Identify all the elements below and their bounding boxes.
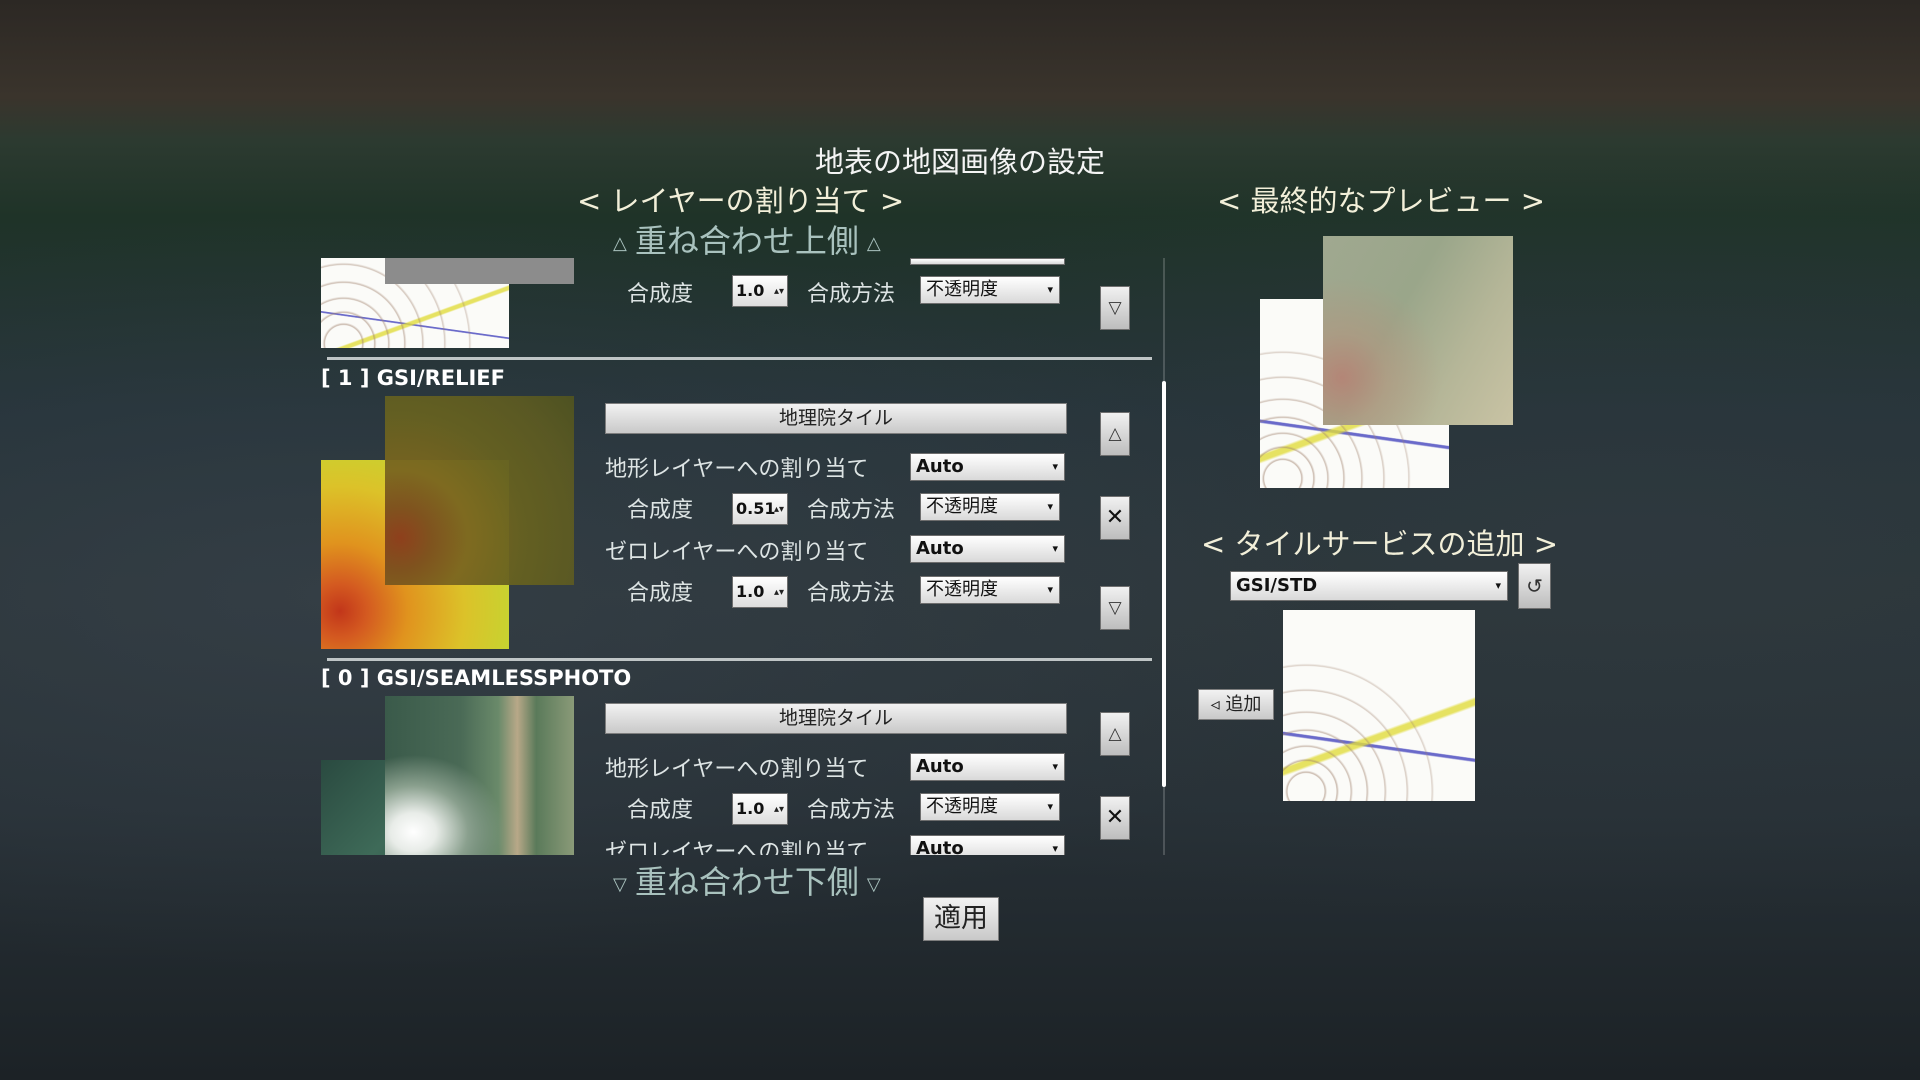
layer-0-blend-value: 不透明度 bbox=[926, 796, 998, 817]
layer-2-zero-select-partial[interactable] bbox=[910, 258, 1065, 265]
triangle-up-icon: △ bbox=[866, 232, 881, 254]
layer-0-blend-label: 合成方法 bbox=[807, 798, 896, 823]
dialog-title: 地表の地図画像の設定 bbox=[814, 145, 1105, 179]
layer-0-zero-select[interactable]: Auto ▾ bbox=[910, 835, 1065, 855]
layer-1-terrain-label: 地形レイヤーへの割り当て bbox=[605, 457, 869, 482]
spin-arrows-icon: ▴▾ bbox=[773, 587, 784, 598]
layer-0-thumbnail-overlay bbox=[385, 696, 574, 855]
layer-1-terrain-value: Auto bbox=[916, 456, 964, 477]
layer-0-move-up-button[interactable]: △ bbox=[1100, 712, 1130, 756]
chevron-down-icon: ▾ bbox=[1047, 583, 1053, 596]
layer-1-zero-blend-select[interactable]: 不透明度 ▾ bbox=[920, 576, 1060, 604]
layer-1-move-up-button[interactable]: △ bbox=[1100, 412, 1130, 456]
layer-1-zero-select[interactable]: Auto ▾ bbox=[910, 535, 1065, 563]
layer-1-zero-opacity-label: 合成度 bbox=[627, 581, 694, 606]
chevron-down-icon: ▾ bbox=[1052, 542, 1058, 555]
layer-2-thumbnail-overlay bbox=[385, 258, 574, 284]
layer-1-zero-blend-value: 不透明度 bbox=[926, 579, 998, 600]
chevron-down-icon: ▾ bbox=[1047, 500, 1053, 513]
layer-0-source-button[interactable]: 地理院タイル bbox=[605, 703, 1067, 734]
triangle-down-icon: ▽ bbox=[866, 873, 881, 895]
layer-1-blend-select[interactable]: 不透明度 ▾ bbox=[920, 493, 1060, 521]
reload-icon[interactable]: ↺ bbox=[1518, 563, 1551, 609]
spin-arrows-icon: ▴▾ bbox=[773, 804, 784, 815]
layer-1-zero-opacity-spinner[interactable]: 1.0 ▴▾ bbox=[732, 576, 788, 608]
tile-service-value: GSI/STD bbox=[1236, 575, 1318, 596]
tile-service-select[interactable]: GSI/STD ▾ bbox=[1230, 571, 1508, 601]
layer-1-zero-blend-label: 合成方法 bbox=[807, 581, 896, 606]
layer-2-blend-select[interactable]: 不透明度 ▾ bbox=[920, 276, 1060, 304]
top-hint-label: 重ね合わせ上側 bbox=[634, 222, 859, 260]
layer-2-opacity-value: 1.0 bbox=[736, 281, 765, 300]
layer-1-zero-label: ゼロレイヤーへの割り当て bbox=[605, 540, 869, 565]
layer-panel-header: < レイヤーの割り当て > bbox=[577, 184, 905, 218]
layer-1-zero-value: Auto bbox=[916, 538, 964, 559]
layer-1-opacity-spinner[interactable]: 0.51 ▴▾ bbox=[732, 493, 788, 525]
add-panel-header: < タイルサービスの追加 > bbox=[1201, 527, 1559, 561]
layer-1-opacity-value: 0.51 bbox=[736, 499, 776, 518]
top-hint: △ 重ね合わせ上側 △ bbox=[605, 216, 889, 262]
chevron-down-icon: ▾ bbox=[1052, 760, 1058, 773]
layer-2-opacity-spinner[interactable]: 1.0 ▴▾ bbox=[732, 275, 788, 307]
layer-1-zero-opacity-value: 1.0 bbox=[736, 582, 765, 601]
layer-0-zero-label: ゼロレイヤーへの割り当て bbox=[605, 840, 869, 855]
layer-1-title: [ 1 ] GSI/RELIEF bbox=[321, 366, 505, 390]
triangle-up-icon: △ bbox=[613, 232, 627, 254]
preview-panel-header: < 最終的なプレビュー > bbox=[1217, 184, 1546, 218]
layer-0-terrain-select[interactable]: Auto ▾ bbox=[910, 753, 1065, 781]
triangle-down-icon: ▽ bbox=[613, 873, 627, 895]
layer-0-opacity-value: 1.0 bbox=[736, 799, 765, 818]
chevron-down-icon: ▾ bbox=[1047, 800, 1053, 813]
layer-1-delete-button[interactable]: ✕ bbox=[1100, 496, 1130, 540]
layer-0-opacity-label: 合成度 bbox=[627, 798, 694, 823]
layer-0-terrain-label: 地形レイヤーへの割り当て bbox=[605, 757, 869, 782]
layer-0-delete-button[interactable]: ✕ bbox=[1100, 796, 1130, 840]
bottom-hint: ▽ 重ね合わせ下側 ▽ bbox=[605, 857, 889, 903]
layer-separator bbox=[327, 658, 1152, 661]
layer-0-opacity-spinner[interactable]: 1.0 ▴▾ bbox=[732, 793, 788, 825]
chevron-down-icon: ▾ bbox=[1047, 283, 1053, 296]
preview-composite-image bbox=[1323, 236, 1513, 425]
layer-2-blend-label: 合成方法 bbox=[807, 282, 896, 307]
layer-1-source-button[interactable]: 地理院タイル bbox=[605, 403, 1067, 434]
layer-2-opacity-label: 合成度 bbox=[627, 282, 694, 307]
layer-0-terrain-value: Auto bbox=[916, 756, 964, 777]
layer-2-blend-value: 不透明度 bbox=[926, 279, 998, 300]
chevron-down-icon: ▾ bbox=[1052, 842, 1058, 855]
layer-1-opacity-label: 合成度 bbox=[627, 498, 694, 523]
spin-arrows-icon: ▴▾ bbox=[773, 286, 784, 297]
add-button[interactable]: ◃ 追加 bbox=[1198, 689, 1274, 720]
layer-1-blend-label: 合成方法 bbox=[807, 498, 896, 523]
chevron-down-icon: ▾ bbox=[1052, 460, 1058, 473]
layer-separator bbox=[327, 357, 1152, 360]
layer-1-terrain-select[interactable]: Auto ▾ bbox=[910, 453, 1065, 481]
layer-1-thumbnail-overlay bbox=[385, 396, 574, 585]
layer-list-scrollbar[interactable] bbox=[1162, 381, 1166, 787]
tile-service-preview bbox=[1283, 610, 1475, 801]
layer-1-blend-value: 不透明度 bbox=[926, 496, 998, 517]
layer-list[interactable]: 合成度 1.0 ▴▾ 合成方法 不透明度 ▾ ▽ [ 1 ] GSI/RELIEF … bbox=[320, 258, 1165, 855]
layer-0-title: [ 0 ] GSI/SEAMLESSPHOTO bbox=[321, 666, 632, 690]
layer-0-zero-value: Auto bbox=[916, 838, 964, 855]
bottom-hint-label: 重ね合わせ下側 bbox=[634, 863, 859, 901]
chevron-down-icon: ▾ bbox=[1495, 579, 1501, 592]
layer-1-move-down-button[interactable]: ▽ bbox=[1100, 586, 1130, 630]
layer-0-blend-select[interactable]: 不透明度 ▾ bbox=[920, 793, 1060, 821]
apply-button[interactable]: 適用 bbox=[923, 897, 999, 941]
spin-arrows-icon: ▴▾ bbox=[773, 504, 784, 515]
layer-2-move-down-button[interactable]: ▽ bbox=[1100, 286, 1130, 330]
